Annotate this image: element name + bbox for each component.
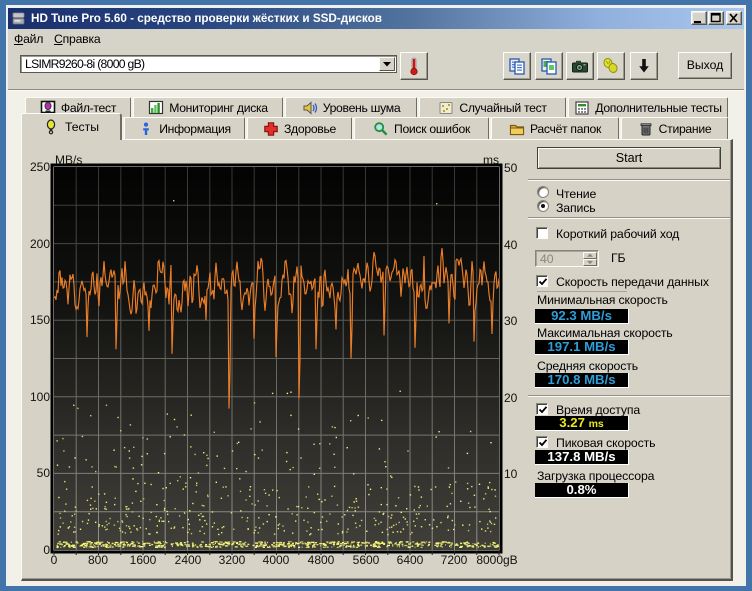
svg-text:200: 200 xyxy=(30,237,50,251)
svg-text:10: 10 xyxy=(504,467,518,481)
svg-text:2400: 2400 xyxy=(175,553,202,567)
svg-text:30: 30 xyxy=(504,314,518,328)
svg-text:20: 20 xyxy=(504,391,518,405)
svg-text:ms: ms xyxy=(483,153,499,167)
svg-text:150: 150 xyxy=(30,313,50,327)
svg-text:250: 250 xyxy=(30,160,50,174)
svg-text:0: 0 xyxy=(43,543,50,557)
svg-text:MB/s: MB/s xyxy=(55,153,82,167)
svg-text:4800: 4800 xyxy=(308,553,335,567)
svg-text:100: 100 xyxy=(30,390,50,404)
svg-text:1600: 1600 xyxy=(130,553,157,567)
svg-text:800: 800 xyxy=(88,553,108,567)
svg-text:3200: 3200 xyxy=(219,553,246,567)
svg-text:7200: 7200 xyxy=(441,553,468,567)
svg-text:5600: 5600 xyxy=(353,553,380,567)
svg-text:4000: 4000 xyxy=(263,553,290,567)
svg-text:40: 40 xyxy=(504,238,518,252)
svg-text:50: 50 xyxy=(504,161,518,175)
svg-text:6400: 6400 xyxy=(397,553,424,567)
svg-text:50: 50 xyxy=(37,466,51,480)
svg-text:0: 0 xyxy=(51,553,58,567)
svg-text:8000gB: 8000gB xyxy=(476,553,517,567)
